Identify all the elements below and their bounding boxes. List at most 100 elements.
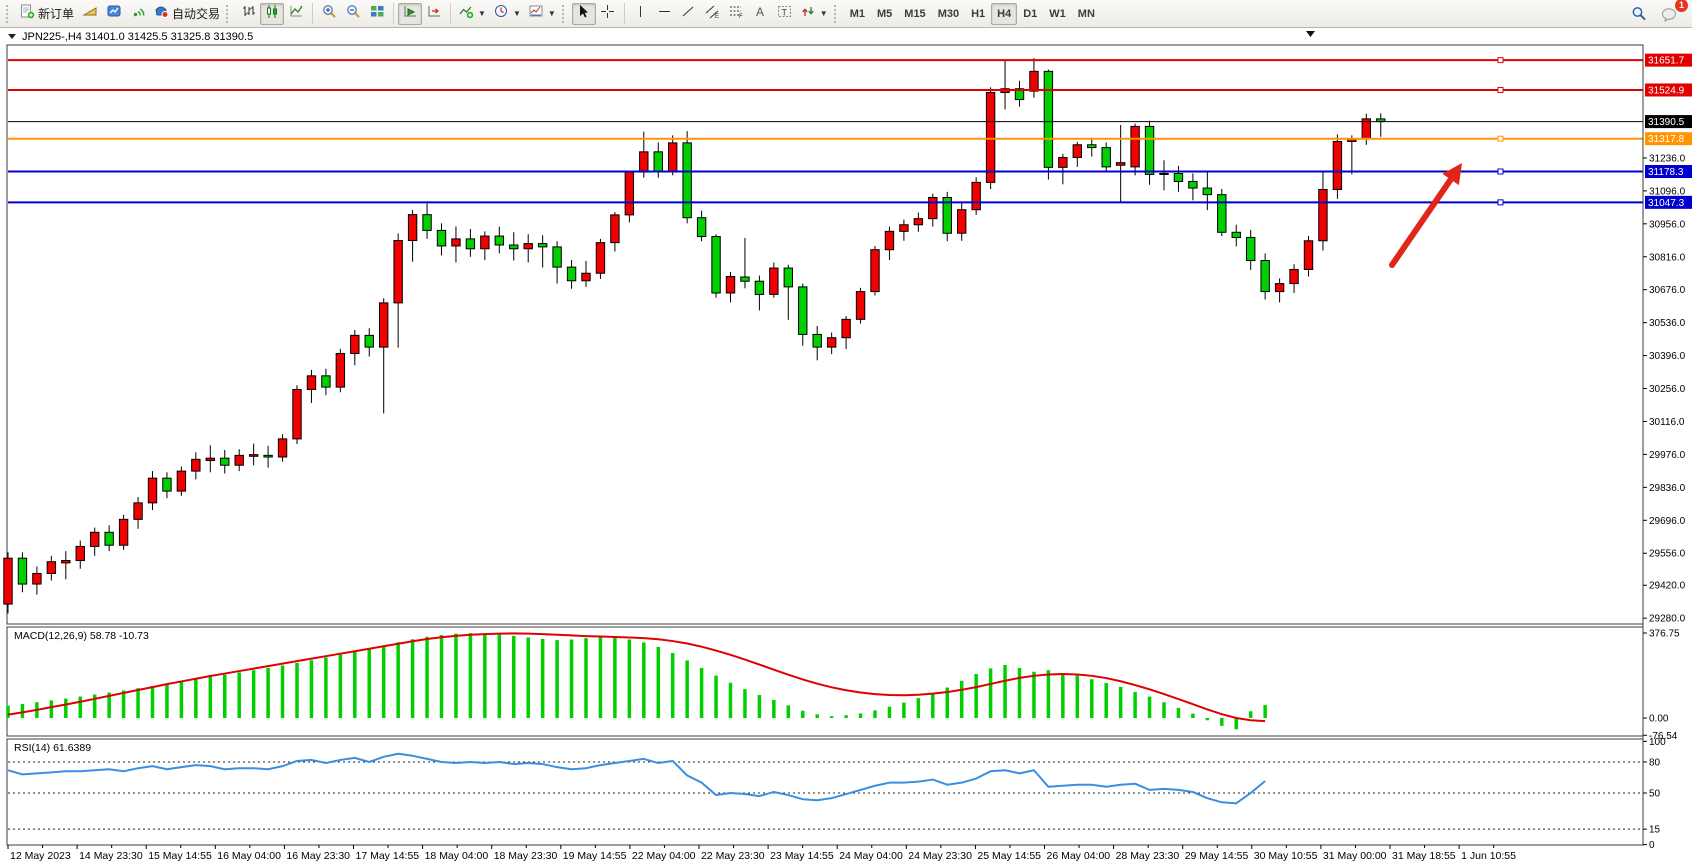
candlestick-mode-button[interactable] xyxy=(260,3,284,25)
svg-text:80: 80 xyxy=(1649,758,1661,769)
cursor-tool-button[interactable] xyxy=(572,3,596,25)
bar-chart-mode-button[interactable] xyxy=(236,3,260,25)
svg-text:26 May 04:00: 26 May 04:00 xyxy=(1047,850,1111,862)
templates-button[interactable]: ▼ xyxy=(525,3,560,25)
svg-text:31047.3: 31047.3 xyxy=(1648,198,1685,209)
svg-text:1 Jun 10:55: 1 Jun 10:55 xyxy=(1461,850,1516,862)
zoom-out-icon xyxy=(346,4,361,24)
notifications-button[interactable]: 1 xyxy=(1657,3,1682,25)
search-button[interactable] xyxy=(1627,3,1651,25)
svg-text:0: 0 xyxy=(1649,840,1655,851)
svg-text:RSI(14) 61.6389: RSI(14) 61.6389 xyxy=(14,742,91,754)
svg-text:29556.0: 29556.0 xyxy=(1649,549,1686,560)
timeframe-H4[interactable]: H4 xyxy=(991,3,1017,25)
svg-text:16 May 23:30: 16 May 23:30 xyxy=(286,850,350,862)
svg-text:0.00: 0.00 xyxy=(1649,714,1669,725)
svg-text:23 May 14:55: 23 May 14:55 xyxy=(770,850,834,862)
svg-text:F: F xyxy=(739,14,743,19)
timeframe-H1[interactable]: H1 xyxy=(965,3,991,25)
label-tool-button[interactable]: T xyxy=(773,3,797,25)
zoom-out-button[interactable] xyxy=(341,3,365,25)
new-order-icon xyxy=(20,4,35,24)
svg-text:29280.0: 29280.0 xyxy=(1649,614,1686,625)
vertical-line-tool-button[interactable] xyxy=(629,3,653,25)
autotrade-button[interactable]: 自动交易 xyxy=(150,3,224,25)
chart-canvas[interactable]: 31236.031096.030956.030816.030676.030536… xyxy=(0,28,1692,868)
line-chart-mode-button[interactable] xyxy=(284,3,308,25)
timeframe-M1[interactable]: M1 xyxy=(844,3,871,25)
candlestick-icon xyxy=(265,4,280,24)
timeframe-toolbar: M1M5M15M30H1H4D1W1MN xyxy=(844,3,1101,25)
svg-text:29 May 14:55: 29 May 14:55 xyxy=(1185,850,1249,862)
autotrade-icon xyxy=(154,4,169,24)
svg-text:30816.0: 30816.0 xyxy=(1649,252,1686,263)
svg-text:31651.7: 31651.7 xyxy=(1648,56,1685,67)
channel-tool-button[interactable]: E xyxy=(701,3,725,25)
notification-badge: 1 xyxy=(1675,0,1688,12)
signals-button[interactable] xyxy=(126,3,150,25)
timeframe-D1[interactable]: D1 xyxy=(1017,3,1043,25)
depth-of-market-button[interactable] xyxy=(78,3,102,25)
svg-text:24 May 23:30: 24 May 23:30 xyxy=(908,850,972,862)
new-order-button[interactable]: 新订单 xyxy=(16,3,78,25)
text-icon: A xyxy=(753,4,768,24)
text-tool-button[interactable]: A xyxy=(749,3,773,25)
line-chart-icon xyxy=(289,4,304,24)
svg-text:29836.0: 29836.0 xyxy=(1649,483,1686,494)
open-chart-button[interactable] xyxy=(102,3,126,25)
svg-text:24 May 04:00: 24 May 04:00 xyxy=(839,850,903,862)
indicators-icon xyxy=(459,4,474,24)
indicators-button[interactable]: ▼ xyxy=(455,3,490,25)
tile-windows-button[interactable] xyxy=(365,3,389,25)
dropdown-caret: ▼ xyxy=(820,9,828,18)
trendline-icon xyxy=(681,4,696,24)
svg-text:50: 50 xyxy=(1649,788,1661,799)
chart-shift-icon xyxy=(427,4,442,24)
template-icon xyxy=(529,4,544,24)
toolbar-grip xyxy=(834,5,840,23)
dropdown-caret: ▼ xyxy=(548,9,556,18)
text-label-icon: T xyxy=(777,4,792,24)
bar-chart-icon xyxy=(241,4,256,24)
svg-text:29696.0: 29696.0 xyxy=(1649,516,1686,527)
fibonacci-tool-button[interactable]: F xyxy=(725,3,749,25)
timeframe-M30[interactable]: M30 xyxy=(932,3,965,25)
horizontal-line-tool-button[interactable] xyxy=(653,3,677,25)
toolbar-grip xyxy=(6,5,12,23)
svg-text:30396.0: 30396.0 xyxy=(1649,351,1686,362)
toolbar-separator xyxy=(393,3,394,24)
toolbar-grip xyxy=(226,5,232,23)
timeframe-M5[interactable]: M5 xyxy=(871,3,898,25)
svg-text:15 May 14:55: 15 May 14:55 xyxy=(148,850,212,862)
svg-text:29420.0: 29420.0 xyxy=(1649,581,1686,592)
toolbar-separator xyxy=(624,3,625,24)
wedge-icon xyxy=(83,4,98,24)
svg-text:30 May 10:55: 30 May 10:55 xyxy=(1254,850,1318,862)
trendline-tool-button[interactable] xyxy=(677,3,701,25)
svg-text:16 May 04:00: 16 May 04:00 xyxy=(217,850,281,862)
svg-text:28 May 23:30: 28 May 23:30 xyxy=(1116,850,1180,862)
svg-text:MACD(12,26,9) 58.78 -10.73: MACD(12,26,9) 58.78 -10.73 xyxy=(14,630,149,642)
periods-button[interactable]: ▼ xyxy=(490,3,525,25)
timeframe-MN[interactable]: MN xyxy=(1072,3,1101,25)
crosshair-icon xyxy=(600,4,615,24)
svg-text:14 May 23:30: 14 May 23:30 xyxy=(79,850,143,862)
crosshair-tool-button[interactable] xyxy=(596,3,620,25)
svg-text:31 May 00:00: 31 May 00:00 xyxy=(1323,850,1387,862)
cursor-arrow-icon xyxy=(576,4,591,24)
dropdown-caret: ▼ xyxy=(478,9,486,18)
svg-text:29976.0: 29976.0 xyxy=(1649,450,1686,461)
chart-shift-button[interactable] xyxy=(422,3,446,25)
svg-text:100: 100 xyxy=(1649,737,1666,748)
timeframe-W1[interactable]: W1 xyxy=(1043,3,1072,25)
timeframe-M15[interactable]: M15 xyxy=(898,3,931,25)
zoom-in-icon xyxy=(322,4,337,24)
svg-text:A: A xyxy=(756,5,764,19)
horizontal-line-icon xyxy=(657,4,672,24)
toolbar-separator xyxy=(450,3,451,24)
arrows-tool-button[interactable]: ▼ xyxy=(797,3,832,25)
zoom-in-button[interactable] xyxy=(317,3,341,25)
svg-text:25 May 14:55: 25 May 14:55 xyxy=(977,850,1041,862)
svg-text:30116.0: 30116.0 xyxy=(1649,417,1685,428)
auto-scroll-button[interactable] xyxy=(398,3,422,25)
